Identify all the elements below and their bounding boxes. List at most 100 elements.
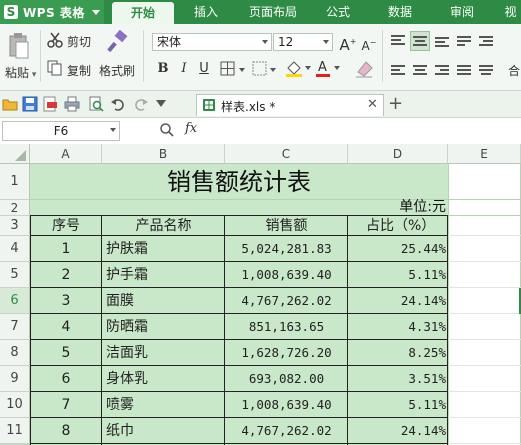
new-tab-icon[interactable]: + [388,95,403,113]
header-product[interactable]: 产品名称 [102,216,225,236]
column-header-a[interactable]: A [30,144,102,164]
font-name-select[interactable]: 宋体 [152,33,272,51]
close-icon[interactable]: ✕ [367,97,378,112]
indent-icon[interactable] [478,33,494,49]
cell-share[interactable]: 5.11% [348,262,448,288]
distribute-icon[interactable] [478,62,494,78]
open-folder-icon[interactable] [2,96,18,112]
tab-page-layout[interactable]: 页面布局 [240,0,306,24]
header-share[interactable]: 占比（%） [348,216,448,236]
cell-product[interactable]: 护手霜 [102,262,225,288]
cell-sales[interactable]: 4,767,262.02 [225,288,348,314]
paste-icon[interactable] [8,32,30,60]
cell-share[interactable]: 24.14% [348,288,448,314]
merge-center-button[interactable]: 合 [508,62,520,79]
select-all-corner[interactable] [0,144,30,164]
cell-sales[interactable]: 4,767,262.02 [225,418,348,444]
document-tab[interactable]: 样表.xls * ✕ [196,94,384,116]
cell-share[interactable]: 4.31% [348,314,448,340]
header-index[interactable]: 序号 [30,216,102,236]
cell-index[interactable]: 1 [30,236,102,262]
cell-product[interactable]: 面膜 [102,288,225,314]
cell-index[interactable]: 3 [30,288,102,314]
tab-home[interactable]: 开始 [112,2,174,24]
tab-insert[interactable]: 插入 [180,0,232,24]
font-color-button[interactable]: A [314,58,344,78]
cell-index[interactable]: 5 [30,340,102,366]
underline-button[interactable]: U [195,60,213,78]
cell-index[interactable]: 2 [30,262,102,288]
undo-icon[interactable] [110,96,126,112]
font-size-select[interactable]: 12 [273,33,333,51]
italic-button[interactable]: I [175,60,193,78]
cell-product[interactable]: 护肤霜 [102,236,225,262]
chevron-down-icon[interactable] [110,128,116,132]
row-header-5[interactable]: 5 [0,262,30,288]
cell-index[interactable]: 4 [30,314,102,340]
unit-label[interactable]: 单位:元 [348,198,446,216]
cell-sales[interactable]: 693,082.00 [225,366,348,392]
column-header-b[interactable]: B [102,144,225,164]
align-top-icon[interactable] [390,33,406,49]
cell-product[interactable]: 身体乳 [102,366,225,392]
save-icon[interactable] [22,96,38,112]
tab-formulas[interactable]: 公式 [314,0,362,24]
format-painter-button[interactable]: 格式刷 [99,62,135,79]
row-header-7[interactable]: 7 [0,314,30,340]
function-icon[interactable]: fx [185,121,197,136]
column-header-e[interactable]: E [448,144,521,164]
customize-toolbar-icon[interactable] [156,100,166,107]
row-header-6[interactable]: 6 [0,288,30,314]
row-header-2[interactable]: 2 [0,200,30,216]
search-icon[interactable] [159,122,175,138]
fill-color-button[interactable] [284,58,314,78]
align-right-icon[interactable] [434,62,450,78]
scissors-icon[interactable] [47,32,63,48]
export-pdf-icon[interactable] [42,96,58,112]
cell-product[interactable]: 喷雾 [102,392,225,418]
bold-button[interactable]: B [154,60,172,78]
paste-button[interactable]: 粘贴 ▾ [5,64,36,81]
grow-font-button[interactable]: A+ [339,33,357,54]
cell-index[interactable]: 8 [30,418,102,444]
cell-index[interactable]: 7 [30,392,102,418]
borders-button[interactable] [220,61,250,77]
cell-sales[interactable]: 851,163.65 [225,314,348,340]
row-header-1[interactable]: 1 [0,164,30,200]
header-sales[interactable]: 销售额 [225,216,348,236]
tab-data[interactable]: 数据 [376,0,424,24]
redo-icon[interactable] [133,96,149,112]
copy-icon[interactable] [47,60,63,76]
row-header-11[interactable]: 11 [0,418,30,444]
justify-icon[interactable] [456,62,472,78]
align-bottom-icon[interactable] [434,33,450,49]
cut-button[interactable]: 剪切 [67,33,91,50]
cell-share[interactable]: 5.11% [348,392,448,418]
row-header-9[interactable]: 9 [0,366,30,392]
row-header-4[interactable]: 4 [0,236,30,262]
cell-share[interactable]: 3.51% [348,366,448,392]
shrink-font-button[interactable]: A− [360,34,378,53]
align-left-icon[interactable] [390,62,406,78]
row-header-10[interactable]: 10 [0,392,30,418]
column-header-c[interactable]: C [225,144,348,164]
clear-format-icon[interactable] [352,58,376,80]
align-center-icon[interactable] [412,62,428,78]
tab-review[interactable]: 审阅 [440,0,484,24]
column-header-d[interactable]: D [348,144,448,164]
cell-sales[interactable]: 1,008,639.40 [225,392,348,418]
merge-cells-icon[interactable] [252,61,280,77]
formula-input[interactable] [206,121,519,141]
format-painter-icon[interactable] [106,29,130,54]
tab-view[interactable]: 视 [500,0,521,24]
cell-share[interactable]: 25.44% [348,236,448,262]
sheet-title[interactable]: 销售额统计表 [30,164,448,200]
print-preview-icon[interactable] [88,96,104,112]
cell-product[interactable]: 防晒霜 [102,314,225,340]
cell-index[interactable]: 6 [30,366,102,392]
cell-product[interactable]: 洁面乳 [102,340,225,366]
cell-product[interactable]: 纸巾 [102,418,225,444]
cell-sales[interactable]: 5,024,281.83 [225,236,348,262]
row-header-8[interactable]: 8 [0,340,30,366]
align-middle-icon[interactable] [410,31,430,51]
